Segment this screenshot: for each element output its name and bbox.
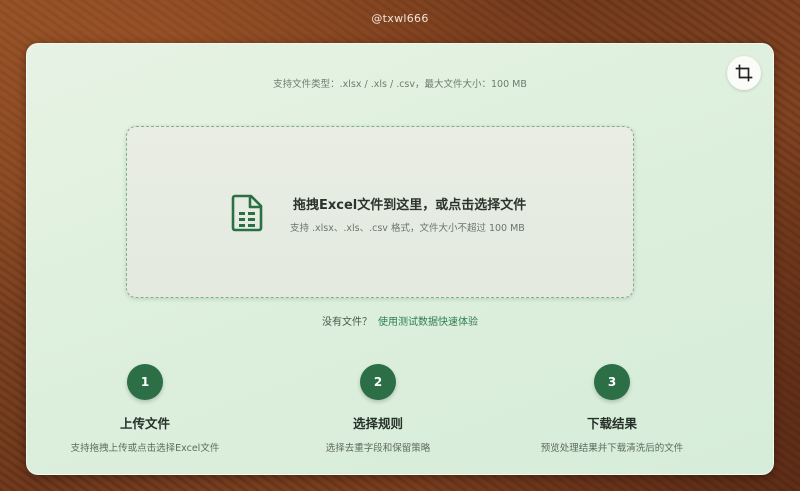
step-title: 上传文件 (119, 416, 170, 431)
file-spreadsheet-icon (231, 194, 263, 232)
dropzone-subtitle: 支持 .xlsx、.xls、.csv 格式，文件大小不超过 100 MB (290, 223, 525, 234)
step-select-rules: 2 选择规则 选择去重字段和保留策略 (268, 364, 488, 454)
step-upload: 1 上传文件 支持拖拽上传或点击选择Excel文件 (35, 364, 255, 454)
use-test-data-link[interactable]: 使用测试数据快速体验 (378, 317, 478, 328)
no-file-prompt: 没有文件？ (322, 317, 372, 328)
step-number-badge: 2 (360, 364, 396, 400)
step-description: 支持拖拽上传或点击选择Excel文件 (70, 443, 220, 454)
dropzone-title: 拖拽Excel文件到这里，或点击选择文件 (293, 198, 527, 213)
step-description: 预览处理结果并下载清洗后的文件 (540, 443, 684, 454)
file-dropzone[interactable]: 拖拽Excel文件到这里，或点击选择文件 支持 .xlsx、.xls、.csv … (126, 126, 634, 298)
step-number-badge: 1 (127, 364, 163, 400)
watermark: @txwl666 (371, 12, 429, 25)
step-title: 下载结果 (586, 416, 637, 431)
step-number-badge: 3 (594, 364, 630, 400)
main-card: 支持文件类型：.xlsx / .xls / .csv，最大文件大小：100 MB… (26, 43, 774, 475)
step-description: 选择去重字段和保留策略 (325, 443, 431, 454)
step-download: 3 下载结果 预览处理结果并下载清洗后的文件 (502, 364, 722, 454)
step-title: 选择规则 (352, 416, 403, 431)
no-file-row: 没有文件？ 使用测试数据快速体验 (27, 313, 773, 328)
supported-file-types: 支持文件类型：.xlsx / .xls / .csv，最大文件大小：100 MB (273, 79, 527, 90)
